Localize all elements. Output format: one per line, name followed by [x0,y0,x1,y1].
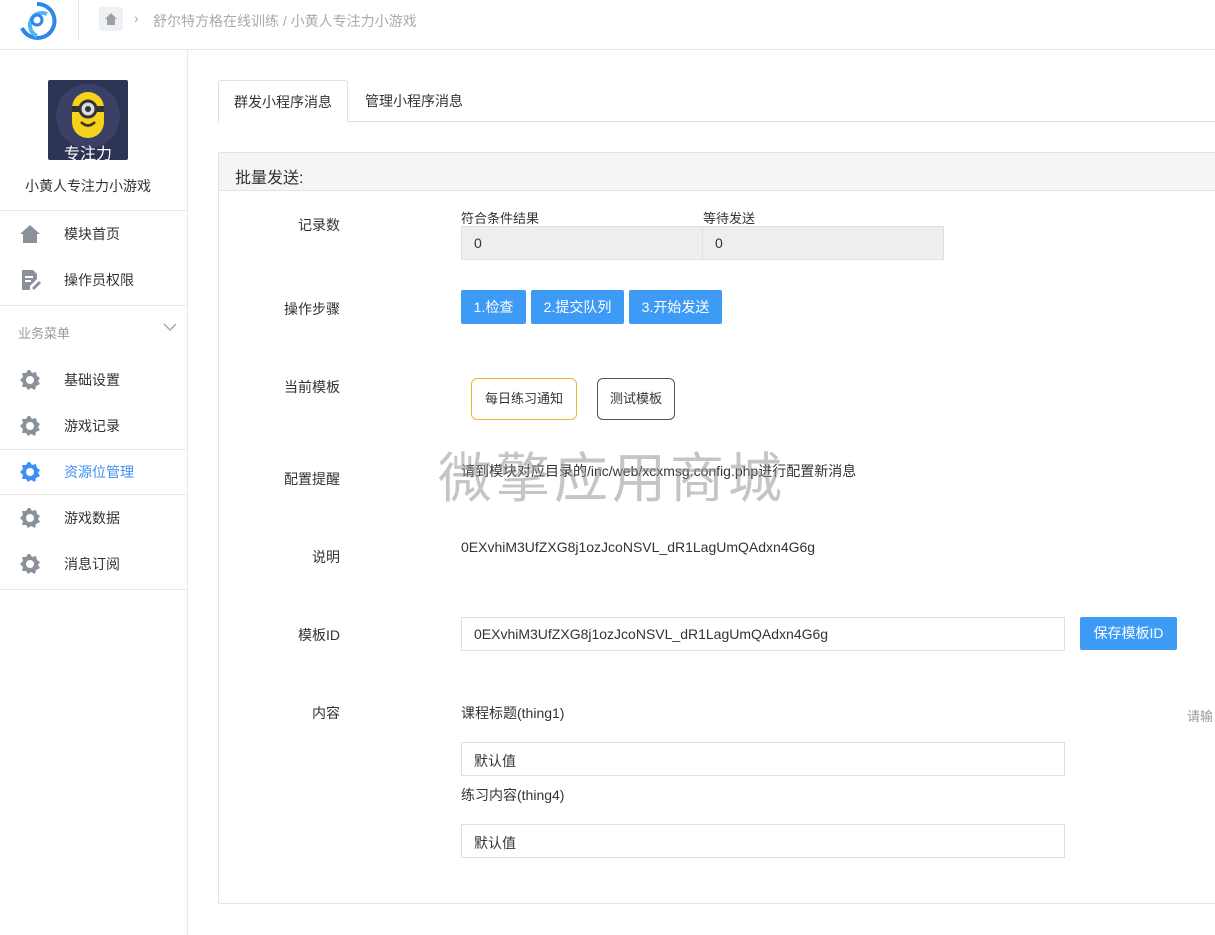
label-template-id: 模板ID [298,627,340,643]
matched-count: 0 [461,226,703,260]
label-records: 记录数 [298,217,340,233]
sidebar-item-game-records[interactable]: 游戏记录 [0,402,188,448]
app-name: 小黄人专注力小游戏 [25,178,151,194]
sidebar: 专注力 小黄人专注力小游戏 模块首页 操作员权限 业务菜单 基础设置 游戏记录 [0,50,188,935]
sidebar-item-label: 游戏数据 [64,510,120,526]
sidebar-item-label: 消息订阅 [64,556,120,572]
top-bar: › 舒尔特方格在线训练 / 小黄人专注力小游戏 [0,0,1215,50]
label-current-template: 当前模板 [284,379,340,395]
app-avatar: 专注力 [48,80,128,160]
label-content: 内容 [312,705,340,721]
gear-icon [19,553,41,575]
watermark: 微擎应用商城 [438,447,786,510]
pending-label: 等待发送 [703,211,756,226]
save-template-id-button[interactable]: 保存模板ID [1080,617,1177,650]
topbar-divider [78,0,79,40]
gear-icon [19,369,41,391]
logo-icon[interactable] [14,0,60,42]
gear-icon [19,415,41,437]
sidebar-item-resource-slots[interactable]: 资源位管理 [0,448,188,494]
template-id-input[interactable]: 0EXvhiM3UfZXG8j1ozJcoNSVL_dR1LagUmQAdxn4… [461,617,1065,651]
submit-queue-button[interactable]: 2.提交队列 [531,290,624,324]
home-icon[interactable] [99,7,123,31]
gear-icon [19,507,41,529]
label-description: 说明 [312,549,340,565]
sidebar-item-label: 游戏记录 [64,418,120,434]
practice-content-input[interactable]: 默认值 [461,824,1065,858]
pending-count: 0 [703,226,944,260]
template-test[interactable]: 测试模板 [597,378,675,420]
file-edit-icon [19,269,41,291]
right-hint: 请输 [1187,709,1214,724]
section-title: 业务菜单 [18,326,71,341]
tab-mass-send[interactable]: 群发小程序消息 [218,80,348,123]
sidebar-item-label: 操作员权限 [64,272,134,288]
panel-title: 批量发送: [235,170,304,187]
tab-manage-messages[interactable]: 管理小程序消息 [348,80,480,122]
app-icon-caption: 专注力 [63,146,112,160]
breadcrumb[interactable]: 舒尔特方格在线训练 / 小黄人专注力小游戏 [153,11,417,31]
divider [0,589,188,590]
tab-bar: 群发小程序消息 管理小程序消息 [218,80,1215,123]
description-text: 0EXvhiM3UfZXG8j1ozJcoNSVL_dR1LagUmQAdxn4… [461,539,816,555]
sidebar-item-label: 资源位管理 [64,464,134,480]
chevron-down-icon[interactable] [163,320,177,334]
home-icon [19,223,41,245]
label-config-tip: 配置提醒 [284,471,340,487]
matched-label: 符合条件结果 [461,211,540,226]
sidebar-item-permissions[interactable]: 操作员权限 [0,256,188,302]
chevron-right-icon: › [134,10,139,26]
field-label-course-title: 课程标题(thing1) [461,705,565,721]
check-button[interactable]: 1.检查 [461,290,526,324]
batch-send-panel: 批量发送: [218,152,1215,904]
sidebar-item-basic-settings[interactable]: 基础设置 [0,356,188,402]
sidebar-item-game-data[interactable]: 游戏数据 [0,494,188,540]
field-label-practice-content: 练习内容(thing4) [461,787,565,803]
divider [0,305,188,306]
label-steps: 操作步骤 [284,301,340,317]
template-daily-practice[interactable]: 每日练习通知 [471,378,577,420]
start-send-button[interactable]: 3.开始发送 [629,290,722,324]
sidebar-item-label: 模块首页 [64,226,120,242]
sidebar-item-home[interactable]: 模块首页 [0,210,188,256]
sidebar-item-message-subscription[interactable]: 消息订阅 [0,540,188,586]
gear-icon [19,461,41,483]
panel-header: 批量发送: [219,153,1215,191]
sidebar-item-label: 基础设置 [64,372,120,388]
course-title-input[interactable]: 默认值 [461,742,1065,776]
